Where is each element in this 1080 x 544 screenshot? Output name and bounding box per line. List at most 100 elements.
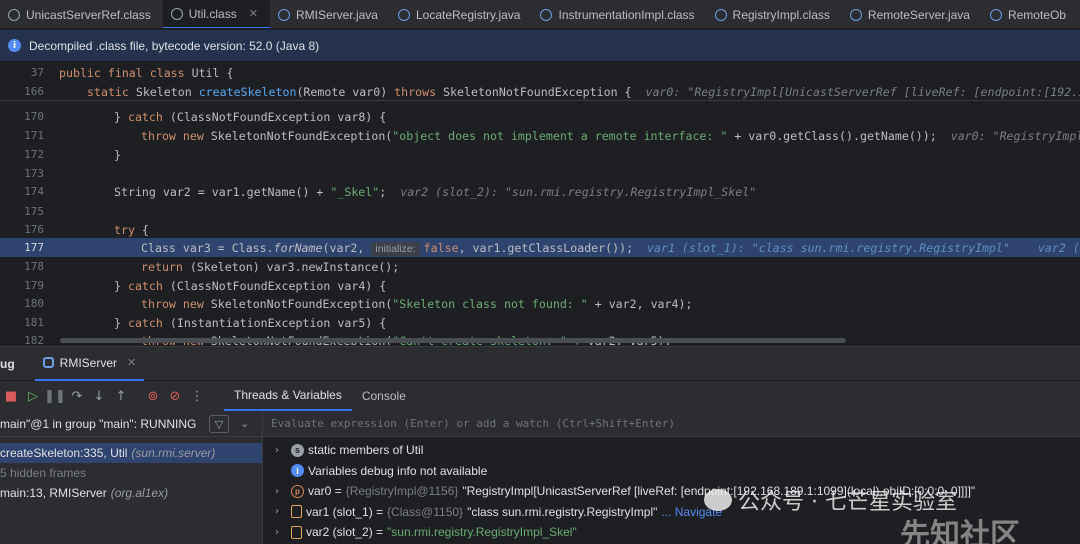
- java-class-icon: [849, 8, 862, 21]
- expand-arrow-icon[interactable]: ›: [275, 527, 287, 538]
- variable-value: "sun.rmi.registry.RegistryImpl_Skel": [387, 525, 577, 540]
- code-text: throw new SkeletonNotFoundException("obj…: [141, 129, 1080, 143]
- class-file-icon: [170, 7, 183, 20]
- code-line-175: 175: [0, 202, 1080, 221]
- step-into-icon[interactable]: ↓: [88, 385, 110, 407]
- variable-row[interactable]: › p var0 = {RegistryImpl@1156} "Registry…: [263, 481, 1080, 502]
- line-number: 175: [24, 205, 44, 218]
- frame-method: 5 hidden frames: [0, 466, 87, 480]
- wechat-logo-icon: [704, 489, 732, 511]
- inline-value-hint: var2 (slot_2): "sun.rmi.registry.Registr…: [400, 184, 757, 199]
- close-icon[interactable]: ✕: [127, 356, 136, 369]
- step-out-icon[interactable]: ↑: [110, 385, 132, 407]
- tab-remoteobject[interactable]: RemoteOb: [982, 0, 1078, 28]
- code-line-37: 37 public final class Util {: [0, 63, 1080, 82]
- class-file-icon: [714, 8, 727, 21]
- run-tab-label: RMIServer: [59, 355, 118, 370]
- variable-row[interactable]: › s static members of Util: [263, 440, 1080, 461]
- view-breakpoints-icon[interactable]: ⊚: [142, 385, 164, 407]
- pause-icon[interactable]: ❚❚: [44, 385, 66, 407]
- run-config-tab[interactable]: RMIServer ✕: [34, 347, 145, 381]
- code-text: return (Skeleton) var3.newInstance();: [141, 259, 400, 274]
- more-icon[interactable]: ⋮: [186, 385, 208, 407]
- tab-console[interactable]: Console: [352, 381, 416, 411]
- code-line-173: 173: [0, 164, 1080, 183]
- chevron-down-icon[interactable]: ⌄: [240, 417, 249, 430]
- tab-label: RemoteOb: [1007, 7, 1066, 22]
- stack-frame[interactable]: main:13, RMIServer (org.al1ex): [0, 483, 262, 503]
- variable-type: {RegistryImpl@1156}: [345, 484, 459, 499]
- expand-arrow-icon[interactable]: ›: [275, 506, 287, 517]
- variable-name: static members of Util: [308, 443, 424, 458]
- code-text: String var2 = var1.getName() + "_Skel"; …: [114, 184, 757, 199]
- tab-remoteserver[interactable]: RemoteServer.java: [842, 0, 982, 28]
- code-line-181: 181 } catch (InstantiationException var5…: [0, 313, 1080, 332]
- java-class-icon: [397, 8, 410, 21]
- line-number: 176: [24, 223, 44, 236]
- line-number: 178: [24, 260, 44, 273]
- run-config-icon: [42, 357, 54, 368]
- line-number: 37: [30, 66, 44, 79]
- tab-label: Util.class: [188, 6, 237, 21]
- expand-arrow-icon[interactable]: ›: [275, 445, 287, 456]
- resume-icon[interactable]: ▷: [22, 385, 44, 407]
- frame-method: createSkeleton:335, Util: [0, 446, 128, 460]
- var-icon: [291, 505, 302, 519]
- stop-icon[interactable]: ■: [0, 385, 22, 407]
- code-line-172: 172 }: [0, 145, 1080, 164]
- thread-selector[interactable]: main"@1 in group "main": RUNNING ▽ ⌄: [0, 411, 262, 437]
- close-icon[interactable]: ✕: [249, 7, 258, 20]
- code-text: static Skeleton createSkeleton(Remote va…: [87, 85, 1080, 99]
- code-line-179: 179 } catch (ClassNotFoundException var4…: [0, 276, 1080, 295]
- stack-frame[interactable]: createSkeleton:335, Util (sun.rmi.server…: [0, 443, 262, 463]
- tab-util[interactable]: Util.class ✕: [162, 0, 270, 28]
- expand-arrow-icon[interactable]: ›: [275, 486, 287, 497]
- line-number: 180: [24, 297, 44, 310]
- filter-icon[interactable]: ▽: [209, 415, 229, 433]
- variable-type: {Class@1150}: [387, 504, 464, 519]
- code-text: public final class Util {: [59, 65, 234, 80]
- code-editor[interactable]: 37 public final class Util { 166 static …: [0, 61, 1080, 345]
- code-line-178: 178 return (Skeleton) var3.newInstance()…: [0, 257, 1080, 276]
- step-over-icon[interactable]: ↷: [66, 385, 88, 407]
- line-number: 171: [24, 129, 44, 142]
- line-number: 181: [24, 316, 44, 329]
- inline-value-hint: var0: "RegistryImpl[Un: [950, 128, 1080, 143]
- decompiled-banner: i Decompiled .class file, bytecode versi…: [0, 30, 1080, 61]
- line-number: 177: [24, 241, 44, 254]
- code-text: throw new SkeletonNotFoundException("Ske…: [141, 296, 693, 311]
- java-class-icon: [277, 8, 290, 21]
- debug-toolbar: ■ ▷ ❚❚ ↷ ↓ ↑ ⊚ ⊘ ⋮ Threads & Variables C…: [0, 381, 1080, 411]
- tab-registryimpl[interactable]: RegistryImpl.class: [707, 0, 842, 28]
- mute-breakpoints-icon[interactable]: ⊘: [164, 385, 186, 407]
- horizontal-scrollbar[interactable]: [60, 338, 846, 343]
- variable-name: var2 (slot_2) =: [306, 525, 384, 540]
- tab-unicastserverref[interactable]: UnicastServerRef.class: [0, 0, 163, 28]
- tab-rmiserver[interactable]: RMIServer.java: [270, 0, 390, 28]
- tab-label: RegistryImpl.class: [732, 7, 830, 22]
- frame-method: main:13, RMIServer: [0, 486, 107, 500]
- variable-name: var0 =: [308, 484, 342, 499]
- thread-label: main"@1 in group "main": RUNNING: [0, 416, 197, 431]
- frame-package: (sun.rmi.server): [131, 446, 216, 460]
- line-number: 173: [24, 167, 44, 180]
- variable-value: "class sun.rmi.registry.RegistryImpl": [467, 504, 658, 519]
- tab-locateregistry[interactable]: LocateRegistry.java: [390, 0, 533, 28]
- code-text: } catch (ClassNotFoundException var4) {: [114, 278, 387, 293]
- var-icon: [291, 525, 302, 539]
- tab-label: UnicastServerRef.class: [26, 7, 151, 22]
- banner-text: Decompiled .class file, bytecode version…: [29, 38, 320, 53]
- tab-label: RemoteServer.java: [867, 7, 970, 22]
- info-icon: i: [291, 464, 304, 478]
- line-number: 172: [24, 148, 44, 161]
- variable-name: Variables debug info not available: [308, 463, 488, 478]
- code-line-170: 170 } catch (ClassNotFoundException var8…: [0, 107, 1080, 126]
- eval-placeholder: Evaluate expression (Enter) or add a wat…: [271, 417, 675, 430]
- line-number: 170: [24, 110, 44, 123]
- code-line-177-current: 177 Class var3 = Class.forName(var2, ini…: [0, 238, 1080, 257]
- tab-instrumentationimpl[interactable]: InstrumentationImpl.class: [532, 0, 706, 28]
- hidden-frames-row[interactable]: 5 hidden frames: [0, 463, 262, 483]
- tab-threads-variables[interactable]: Threads & Variables: [224, 381, 352, 411]
- evaluate-expression-input[interactable]: Evaluate expression (Enter) or add a wat…: [263, 411, 1080, 437]
- static-icon: s: [291, 443, 304, 457]
